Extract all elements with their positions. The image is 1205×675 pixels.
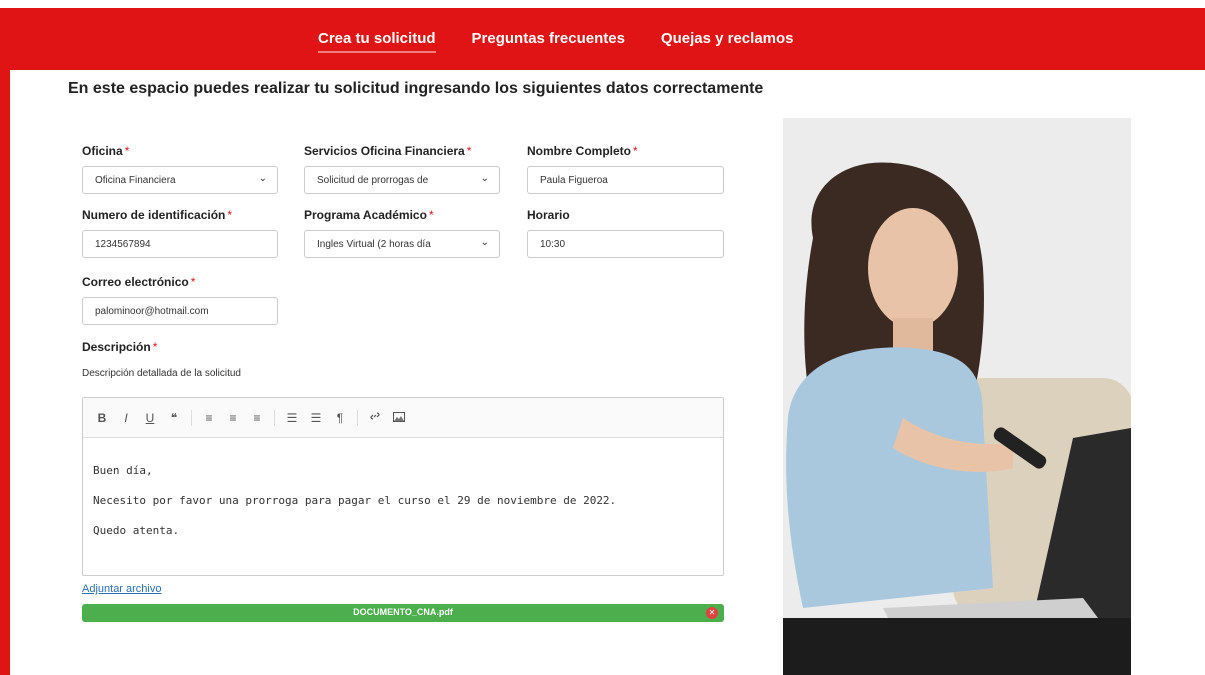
underline-icon[interactable]: U [143, 411, 157, 425]
programa-label: Programa Académico * [304, 208, 434, 222]
woman-with-laptop-photo [783, 118, 1131, 675]
identificacion-input[interactable]: 1234567894 [82, 230, 278, 258]
identificacion-label: Numero de identificación * [82, 208, 233, 222]
editor-toolbar: B I U ❝ ≡ ≡ ≡ ☰ ☰ ¶ [83, 398, 723, 438]
toolbar-divider [274, 409, 275, 426]
oficina-label: Oficina * [82, 144, 130, 158]
top-nav-bar: Crea tu solicitud Preguntas frecuentes Q… [0, 8, 1205, 70]
editor-line: Buen día, [93, 464, 153, 477]
link-icon[interactable] [368, 410, 382, 425]
nav-quejas-reclamos[interactable]: Quejas y reclamos [661, 30, 794, 53]
bold-icon[interactable]: B [95, 411, 109, 425]
close-icon[interactable]: ✕ [706, 607, 718, 619]
nombre-input[interactable]: Paula Figueroa [527, 166, 724, 194]
correo-input[interactable]: palominoor@hotmail.com [82, 297, 278, 325]
main-nav: Crea tu solicitud Preguntas frecuentes Q… [318, 30, 794, 53]
attach-file-link[interactable]: Adjuntar archivo [82, 583, 162, 595]
align-center-icon[interactable]: ≡ [226, 411, 240, 425]
italic-icon[interactable]: I [119, 411, 133, 425]
chevron-down-icon: ⌄ [258, 173, 267, 184]
nav-crea-solicitud[interactable]: Crea tu solicitud [318, 30, 436, 53]
servicios-select[interactable]: Solicitud de prorrogas de ⌄ [304, 166, 500, 194]
toolbar-divider [357, 409, 358, 426]
uploaded-file-name: DOCUMENTO_CNA.pdf [353, 607, 453, 617]
image-icon[interactable] [392, 411, 406, 425]
uploaded-file-bar: DOCUMENTO_CNA.pdf ✕ [82, 604, 724, 622]
horario-label: Horario [527, 208, 570, 222]
horario-input[interactable]: 10:30 [527, 230, 724, 258]
nombre-label: Nombre Completo * [527, 144, 638, 158]
quote-icon[interactable]: ❝ [167, 411, 181, 425]
align-left-icon[interactable]: ≡ [202, 411, 216, 425]
oficina-select[interactable]: Oficina Financiera ⌄ [82, 166, 278, 194]
descripcion-hint: Descripción detallada de la solicitud [82, 368, 241, 379]
programa-select[interactable]: Ingles Virtual (2 horas día ⌄ [304, 230, 500, 258]
bullet-list-icon[interactable]: ☰ [285, 411, 299, 425]
nav-preguntas-frecuentes[interactable]: Preguntas frecuentes [472, 30, 625, 53]
servicios-label: Servicios Oficina Financiera * [304, 144, 472, 158]
paragraph-icon[interactable]: ¶ [333, 411, 347, 425]
descripcion-label: Descripción * [82, 340, 158, 354]
rich-text-editor[interactable]: B I U ❝ ≡ ≡ ≡ ☰ ☰ ¶ Buen día, Necesito p… [82, 397, 724, 576]
editor-line: Necesito por favor una prorroga para pag… [93, 494, 617, 507]
correo-label: Correo electrónico * [82, 275, 196, 289]
chevron-down-icon: ⌄ [480, 173, 489, 184]
chevron-down-icon: ⌄ [480, 237, 489, 248]
align-right-icon[interactable]: ≡ [250, 411, 264, 425]
editor-content[interactable]: Buen día, Necesito por favor una prorrog… [83, 438, 723, 564]
editor-line: Quedo atenta. [93, 524, 180, 537]
left-accent-strip [0, 50, 10, 675]
numbered-list-icon[interactable]: ☰ [309, 411, 323, 425]
intro-text: En este espacio puedes realizar tu solic… [68, 80, 764, 97]
toolbar-divider [191, 409, 192, 426]
